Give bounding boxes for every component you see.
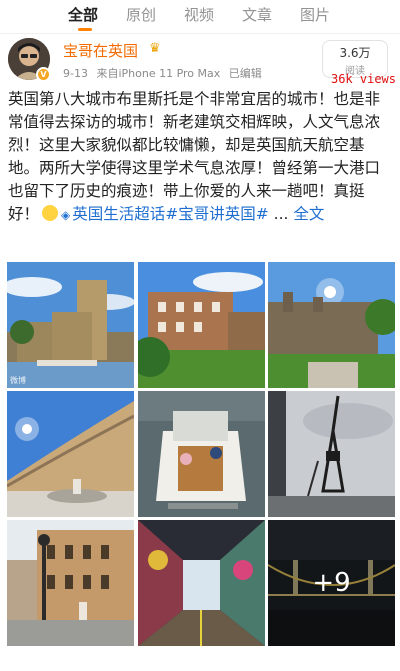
post-source: 来自iPhone 11 Pro Max: [96, 67, 221, 80]
ellipsis: ...: [268, 205, 289, 223]
tab-all[interactable]: 全部: [54, 0, 112, 34]
post-text: 英国第八大城市布里斯托是个非常宜居的城市！也是非常值得去探访的城市！新老建筑交相…: [8, 90, 381, 223]
post-date: 9-13: [63, 67, 88, 80]
edited-label: 已编辑: [228, 67, 262, 80]
tab-article[interactable]: 文章: [228, 0, 286, 34]
photo-5[interactable]: [137, 391, 265, 517]
topic-link-2[interactable]: #宝哥讲英国#: [165, 205, 268, 223]
read-count: 3.6万: [339, 46, 371, 60]
grin-emoji-icon: [42, 205, 59, 221]
photo-3[interactable]: [268, 262, 395, 388]
full-text-link[interactable]: 全文: [293, 205, 324, 223]
photo-7[interactable]: [7, 520, 134, 646]
verified-badge: V: [36, 67, 51, 82]
super-topic-icon: ◈: [61, 208, 71, 222]
username[interactable]: 宝哥在英国: [63, 40, 138, 61]
topic-link-1[interactable]: 英国生活超话: [72, 205, 165, 223]
post-meta: 9-13 来自iPhone 11 Pro Max 已编辑: [63, 65, 267, 81]
photo-1[interactable]: 微博: [7, 262, 134, 388]
watermark: 微博: [10, 376, 26, 385]
photo-6[interactable]: [268, 391, 395, 517]
tab-original[interactable]: 原创: [112, 0, 170, 34]
post-body: 英国第八大城市布里斯托是个非常宜居的城市！也是非常值得去探访的城市！新老建筑交相…: [0, 88, 400, 227]
tab-bar: 全部 原创 视频 文章 图片: [0, 0, 400, 34]
photo-9[interactable]: +9: [268, 520, 395, 646]
photo-grid: 微博 +9: [7, 262, 395, 646]
photo-2[interactable]: [137, 262, 265, 388]
photo-8[interactable]: [137, 520, 265, 646]
tab-images[interactable]: 图片: [286, 0, 344, 34]
more-photos-count[interactable]: +9: [268, 520, 395, 646]
views-annotation: 36k views: [330, 72, 396, 86]
crown-icon: ♛: [149, 41, 161, 56]
photo-4[interactable]: [7, 391, 134, 517]
tab-video[interactable]: 视频: [170, 0, 228, 34]
